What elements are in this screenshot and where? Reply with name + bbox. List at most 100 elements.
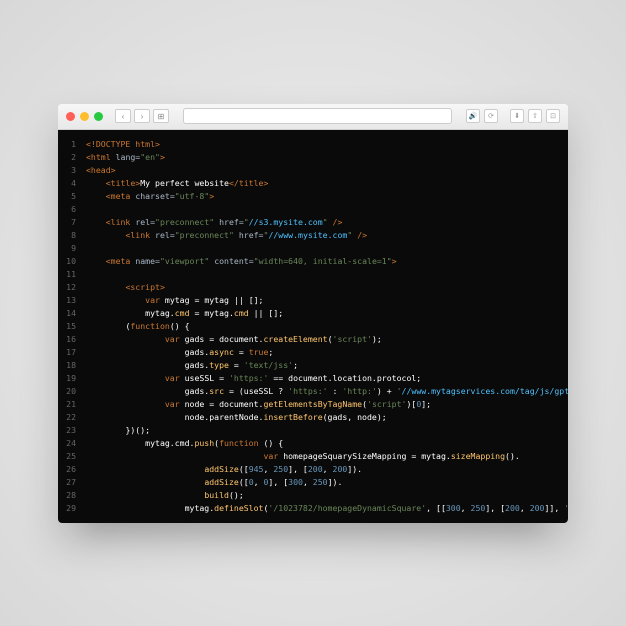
code-line[interactable]: 12 <script>	[58, 281, 568, 294]
code-content: var useSSL = 'https:' == document.locati…	[86, 372, 568, 385]
volume-icon[interactable]: 🔊	[466, 109, 480, 123]
browser-window: ‹ › ⊞ 🔊 ⟳ ⬇ ⇧ ⊡ 1<!DOCTYPE html>2<html l…	[58, 104, 568, 523]
code-content: gads.src = (useSSL ? 'https:' : 'http:')…	[86, 385, 568, 398]
code-content: <link rel="preconnect" href="//s3.mysite…	[86, 216, 568, 229]
line-number: 25	[58, 450, 86, 463]
code-content: mytag.defineSlot('/1023782/homepageDynam…	[86, 502, 568, 515]
code-line[interactable]: 10 <meta name="viewport" content="width=…	[58, 255, 568, 268]
code-line[interactable]: 23 })();	[58, 424, 568, 437]
code-content: (function() {	[86, 320, 568, 333]
code-line[interactable]: 21 var node = document.getElementsByTagN…	[58, 398, 568, 411]
code-content	[86, 242, 568, 255]
line-number: 23	[58, 424, 86, 437]
tabs-button[interactable]: ⊞	[153, 109, 169, 123]
line-number: 15	[58, 320, 86, 333]
line-number: 28	[58, 489, 86, 502]
code-content: <head>	[86, 164, 568, 177]
code-line[interactable]: 20 gads.src = (useSSL ? 'https:' : 'http…	[58, 385, 568, 398]
code-line[interactable]: 28 build();	[58, 489, 568, 502]
code-line[interactable]: 5 <meta charset="utf-8">	[58, 190, 568, 203]
line-number: 14	[58, 307, 86, 320]
code-content: <meta name="viewport" content="width=640…	[86, 255, 568, 268]
line-number: 10	[58, 255, 86, 268]
code-content: var gads = document.createElement('scrip…	[86, 333, 568, 346]
line-number: 29	[58, 502, 86, 515]
line-number: 17	[58, 346, 86, 359]
code-line[interactable]: 6	[58, 203, 568, 216]
code-content: <title>My perfect website</title>	[86, 177, 568, 190]
code-line[interactable]: 2<html lang="en">	[58, 151, 568, 164]
line-number: 18	[58, 359, 86, 372]
code-line[interactable]: 18 gads.type = 'text/jss';	[58, 359, 568, 372]
line-number: 8	[58, 229, 86, 242]
nav-buttons: ‹ › ⊞	[115, 109, 169, 123]
minimize-icon[interactable]	[80, 112, 89, 121]
code-content: <html lang="en">	[86, 151, 568, 164]
code-content: <link rel="preconnect" href="//www.mysit…	[86, 229, 568, 242]
code-content: node.parentNode.insertBefore(gads, node)…	[86, 411, 568, 424]
code-line[interactable]: 14 mytag.cmd = mytag.cmd || [];	[58, 307, 568, 320]
line-number: 22	[58, 411, 86, 424]
line-number: 9	[58, 242, 86, 255]
code-line[interactable]: 11	[58, 268, 568, 281]
code-editor[interactable]: 1<!DOCTYPE html>2<html lang="en">3<head>…	[58, 130, 568, 523]
code-content: gads.async = true;	[86, 346, 568, 359]
code-line[interactable]: 3<head>	[58, 164, 568, 177]
download-button[interactable]: ⬇	[510, 109, 524, 123]
line-number: 13	[58, 294, 86, 307]
code-line[interactable]: 7 <link rel="preconnect" href="//s3.mysi…	[58, 216, 568, 229]
code-line[interactable]: 8 <link rel="preconnect" href="//www.mys…	[58, 229, 568, 242]
code-line[interactable]: 24 mytag.cmd.push(function () {	[58, 437, 568, 450]
code-line[interactable]: 29 mytag.defineSlot('/1023782/homepageDy…	[58, 502, 568, 515]
code-content: <script>	[86, 281, 568, 294]
line-number: 4	[58, 177, 86, 190]
line-number: 2	[58, 151, 86, 164]
code-line[interactable]: 4 <title>My perfect website</title>	[58, 177, 568, 190]
line-number: 24	[58, 437, 86, 450]
line-number: 7	[58, 216, 86, 229]
close-icon[interactable]	[66, 112, 75, 121]
code-content: addSize([945, 250], [200, 200]).	[86, 463, 568, 476]
reload-button[interactable]: ⟳	[484, 109, 498, 123]
code-line[interactable]: 15 (function() {	[58, 320, 568, 333]
line-number: 19	[58, 372, 86, 385]
code-line[interactable]: 16 var gads = document.createElement('sc…	[58, 333, 568, 346]
code-content: mytag.cmd = mytag.cmd || [];	[86, 307, 568, 320]
code-line[interactable]: 19 var useSSL = 'https:' == document.loc…	[58, 372, 568, 385]
line-number: 20	[58, 385, 86, 398]
code-content: })();	[86, 424, 568, 437]
code-line[interactable]: 22 node.parentNode.insertBefore(gads, no…	[58, 411, 568, 424]
url-input[interactable]	[183, 108, 452, 124]
code-line[interactable]: 1<!DOCTYPE html>	[58, 138, 568, 151]
code-line[interactable]: 25 var homepageSquarySizeMapping = mytag…	[58, 450, 568, 463]
code-content	[86, 268, 568, 281]
line-number: 21	[58, 398, 86, 411]
code-line[interactable]: 27 addSize([0, 0], [300, 250]).	[58, 476, 568, 489]
line-number: 1	[58, 138, 86, 151]
line-number: 5	[58, 190, 86, 203]
code-content	[86, 203, 568, 216]
back-button[interactable]: ‹	[115, 109, 131, 123]
line-number: 27	[58, 476, 86, 489]
line-number: 12	[58, 281, 86, 294]
code-content: mytag.cmd.push(function () {	[86, 437, 568, 450]
tabs-view-button[interactable]: ⊡	[546, 109, 560, 123]
code-line[interactable]: 9	[58, 242, 568, 255]
line-number: 3	[58, 164, 86, 177]
code-content: var mytag = mytag || [];	[86, 294, 568, 307]
code-line[interactable]: 13 var mytag = mytag || [];	[58, 294, 568, 307]
line-number: 16	[58, 333, 86, 346]
share-button[interactable]: ⇧	[528, 109, 542, 123]
maximize-icon[interactable]	[94, 112, 103, 121]
code-line[interactable]: 17 gads.async = true;	[58, 346, 568, 359]
code-content: gads.type = 'text/jss';	[86, 359, 568, 372]
traffic-lights	[66, 112, 103, 121]
code-content: <!DOCTYPE html>	[86, 138, 568, 151]
code-content: var node = document.getElementsByTagName…	[86, 398, 568, 411]
code-line[interactable]: 26 addSize([945, 250], [200, 200]).	[58, 463, 568, 476]
line-number: 26	[58, 463, 86, 476]
forward-button[interactable]: ›	[134, 109, 150, 123]
code-content: addSize([0, 0], [300, 250]).	[86, 476, 568, 489]
toolbar-right: 🔊 ⟳	[466, 109, 498, 123]
line-number: 11	[58, 268, 86, 281]
